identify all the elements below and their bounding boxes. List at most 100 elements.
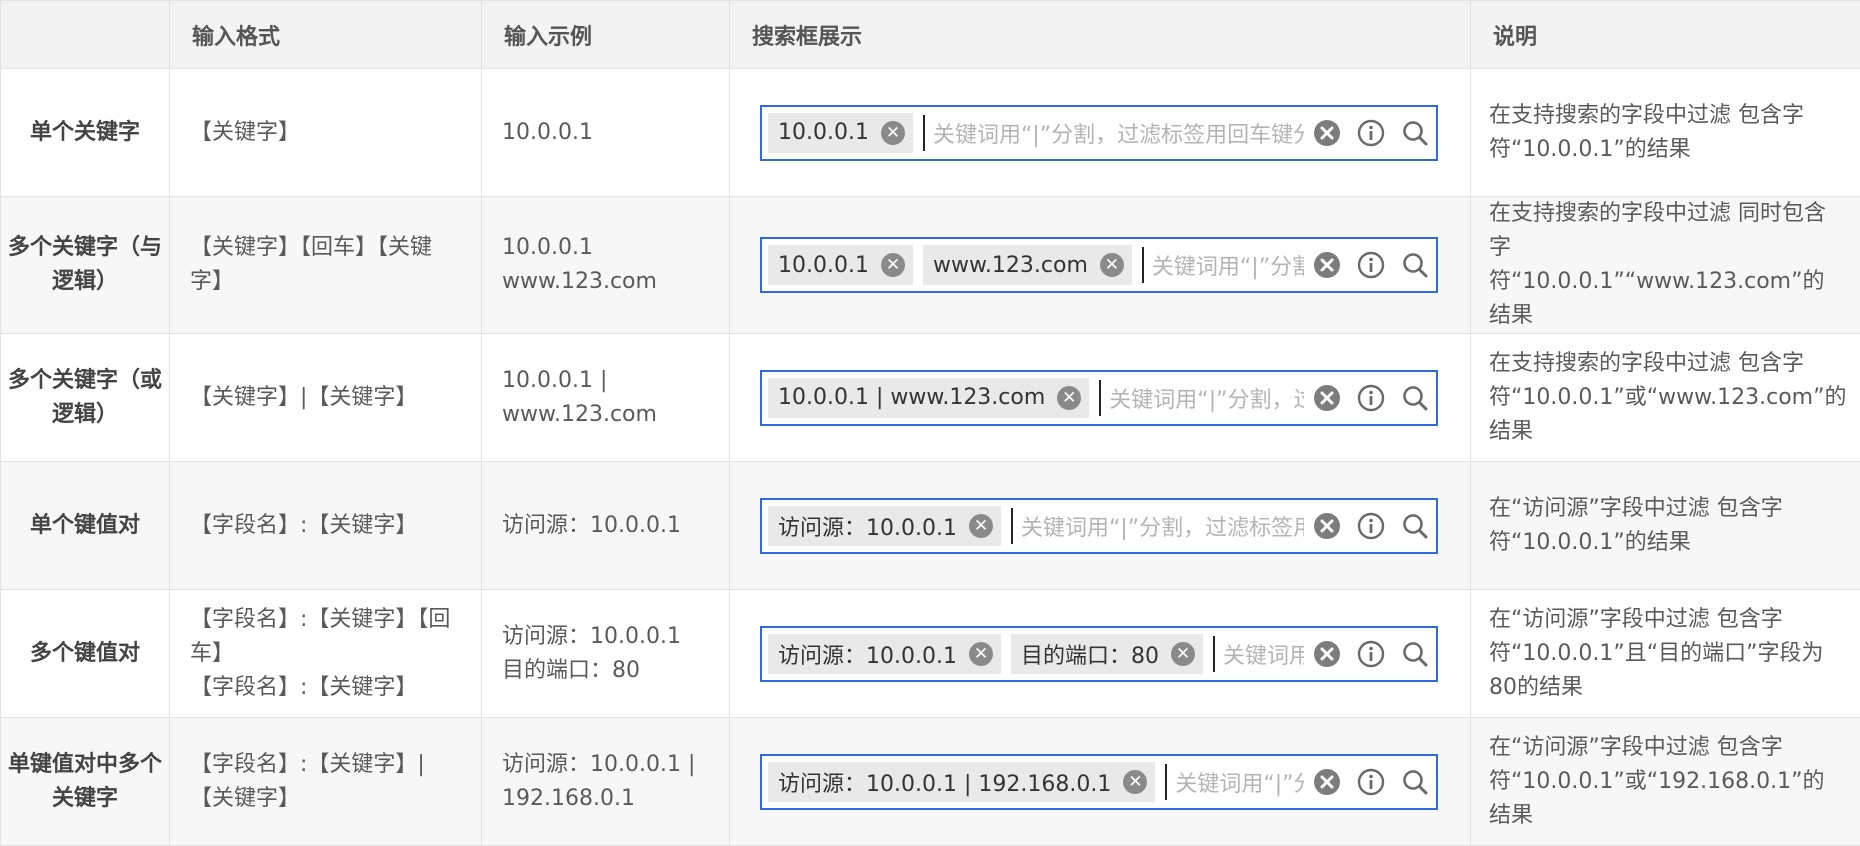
filter-tag[interactable]: 访问源：10.0.0.1 | 192.168.0.1 ✕	[768, 762, 1155, 802]
info-icon[interactable]	[1356, 767, 1386, 797]
input-format: 【字段名】:【关键字】【回车】 【字段名】:【关键字】	[170, 590, 482, 718]
filter-tag[interactable]: 访问源：10.0.0.1 ✕	[768, 506, 1001, 546]
clear-icon[interactable]	[1312, 767, 1342, 797]
search-icon[interactable]	[1400, 383, 1430, 413]
info-icon[interactable]	[1356, 639, 1386, 669]
tag-remove-icon[interactable]: ✕	[1100, 253, 1124, 277]
search-box-actions	[1312, 383, 1430, 413]
description: 在“访问源”字段中过滤 包含字符“10.0.0.1”且“目的端口”字段为80的结…	[1471, 590, 1860, 718]
info-icon[interactable]	[1356, 118, 1386, 148]
search-input-placeholder[interactable]: 关键词用“|”分割，过滤标签用回车键分隔	[1109, 382, 1304, 414]
filter-tag[interactable]: 访问源：10.0.0.1✕	[768, 634, 1001, 674]
info-icon[interactable]	[1356, 250, 1386, 280]
search-box[interactable]: 访问源：10.0.0.1✕ 目的端口：80 ✕ 关键词用“|”分割，过滤标签用回车键分…	[760, 626, 1438, 682]
search-box-demo: 访问源：10.0.0.1 ✕ 关键词用“|”分割，过滤标签用回车键分隔	[730, 462, 1471, 590]
filter-tag-label: 目的端口：80	[1021, 638, 1159, 670]
header-cell: 输入示例	[482, 1, 730, 69]
input-example: 10.0.0.1 www.123.com	[482, 197, 730, 334]
table-header-row: 输入格式 输入示例 搜索框展示 说明	[1, 1, 1860, 69]
description: 在“访问源”字段中过滤 包含字符“10.0.0.1”的结果	[1471, 462, 1860, 590]
table-row: 多个键值对【字段名】:【关键字】【回车】 【字段名】:【关键字】访问源：10.0…	[1, 590, 1860, 718]
text-cursor	[1099, 380, 1101, 416]
filter-tag-label: 10.0.0.1	[778, 253, 869, 278]
tag-list: 10.0.0.1 ✕	[768, 113, 923, 153]
search-input-placeholder[interactable]: 关键词用“|”分割，过滤标签用回车键分隔	[1223, 638, 1304, 670]
search-box-demo: 10.0.0.1✕www.123.com✕关键词用“|”分割，过滤标签用回车键分…	[730, 197, 1471, 334]
clear-icon[interactable]	[1312, 118, 1342, 148]
search-icon[interactable]	[1400, 639, 1430, 669]
info-icon[interactable]	[1356, 383, 1386, 413]
input-example: 10.0.0.1	[482, 69, 730, 197]
search-input-placeholder[interactable]: 关键词用“|”分割，过滤标签用回车键分隔	[933, 117, 1304, 149]
description: 在支持搜索的字段中过滤 包含字符“10.0.0.1”或“www.123.com”…	[1471, 334, 1860, 462]
search-box-actions	[1312, 250, 1430, 280]
search-syntax-table: 输入格式 输入示例 搜索框展示 说明 单个关键字【关键字】10.0.0.110.…	[0, 0, 1860, 846]
search-box[interactable]: 10.0.0.1 | www.123.com ✕ 关键词用“|”分割，过滤标签用回车…	[760, 370, 1438, 426]
description: 在支持搜索的字段中过滤 同时包含字符“10.0.0.1”“www.123.com…	[1471, 197, 1860, 334]
tag-remove-icon[interactable]: ✕	[1057, 386, 1081, 410]
text-cursor	[1165, 764, 1167, 800]
filter-tag[interactable]: 10.0.0.1 ✕	[768, 245, 913, 285]
text-cursor	[923, 115, 925, 151]
search-icon[interactable]	[1400, 250, 1430, 280]
input-format: 【关键字】|【关键字】	[170, 334, 482, 462]
tag-remove-icon[interactable]: ✕	[881, 253, 905, 277]
description: 在“访问源”字段中过滤 包含字符“10.0.0.1”或“192.168.0.1”…	[1471, 718, 1860, 846]
tag-remove-icon[interactable]: ✕	[1123, 770, 1147, 794]
input-example: 访问源：10.0.0.1 目的端口：80	[482, 590, 730, 718]
tag-remove-icon[interactable]: ✕	[881, 121, 905, 145]
header-cell: 输入格式	[170, 1, 482, 69]
syntax-name: 多个键值对	[1, 590, 170, 718]
search-box[interactable]: 访问源：10.0.0.1 | 192.168.0.1 ✕ 关键词用“|”分割，过滤标…	[760, 754, 1438, 810]
syntax-name: 单个关键字	[1, 69, 170, 197]
tag-list: 访问源：10.0.0.1 ✕	[768, 506, 1011, 546]
filter-tag-label: 访问源：10.0.0.1	[778, 510, 957, 542]
clear-icon[interactable]	[1312, 383, 1342, 413]
search-box-actions	[1312, 767, 1430, 797]
clear-icon[interactable]	[1312, 250, 1342, 280]
input-example: 10.0.0.1 | www.123.com	[482, 334, 730, 462]
table-row: 单键值对中多个关键字【字段名】:【关键字】|【关键字】访问源：10.0.0.1 …	[1, 718, 1860, 846]
text-cursor	[1142, 247, 1144, 283]
search-icon[interactable]	[1400, 767, 1430, 797]
filter-tag-label: 访问源：10.0.0.1 | 192.168.0.1	[778, 766, 1111, 798]
input-example: 访问源：10.0.0.1 | 192.168.0.1	[482, 718, 730, 846]
tag-list: 访问源：10.0.0.1 | 192.168.0.1 ✕	[768, 762, 1165, 802]
tag-list: 10.0.0.1 | www.123.com ✕	[768, 378, 1099, 418]
filter-tag[interactable]: 10.0.0.1 | www.123.com ✕	[768, 378, 1089, 418]
search-input-placeholder[interactable]: 关键词用“|”分割，过滤标签用回车键分隔	[1021, 510, 1304, 542]
search-input-placeholder[interactable]: 关键词用“|”分割，过滤标签用回车键分隔	[1175, 766, 1304, 798]
search-box-demo: 访问源：10.0.0.1 | 192.168.0.1 ✕ 关键词用“|”分割，过滤标…	[730, 718, 1471, 846]
header-cell: 说明	[1471, 1, 1860, 69]
tag-remove-icon[interactable]: ✕	[969, 642, 993, 666]
input-format: 【关键字】【回车】【关键字】	[170, 197, 482, 334]
clear-icon[interactable]	[1312, 511, 1342, 541]
search-input-placeholder[interactable]: 关键词用“|”分割，过滤标签用回车键分隔	[1152, 249, 1304, 281]
search-icon[interactable]	[1400, 511, 1430, 541]
syntax-name: 单键值对中多个关键字	[1, 718, 170, 846]
search-box-actions	[1312, 118, 1430, 148]
filter-tag[interactable]: 10.0.0.1 ✕	[768, 113, 913, 153]
syntax-name: 单个键值对	[1, 462, 170, 590]
table-row: 单个键值对【字段名】:【关键字】访问源：10.0.0.1访问源：10.0.0.1…	[1, 462, 1860, 590]
search-box[interactable]: 10.0.0.1✕www.123.com✕关键词用“|”分割，过滤标签用回车键分…	[760, 237, 1438, 293]
search-box-actions	[1312, 511, 1430, 541]
description: 在支持搜索的字段中过滤 包含字符“10.0.0.1”的结果	[1471, 69, 1860, 197]
header-cell: 搜索框展示	[730, 1, 1471, 69]
filter-tag[interactable]: 目的端口：80 ✕	[1011, 634, 1203, 674]
search-box[interactable]: 访问源：10.0.0.1 ✕ 关键词用“|”分割，过滤标签用回车键分隔	[760, 498, 1438, 554]
clear-icon[interactable]	[1312, 639, 1342, 669]
info-icon[interactable]	[1356, 511, 1386, 541]
tag-remove-icon[interactable]: ✕	[1171, 642, 1195, 666]
search-box[interactable]: 10.0.0.1 ✕ 关键词用“|”分割，过滤标签用回车键分隔	[760, 105, 1438, 161]
input-format: 【关键字】	[170, 69, 482, 197]
filter-tag-label: 10.0.0.1	[778, 120, 869, 145]
filter-tag[interactable]: www.123.com✕	[923, 245, 1132, 285]
filter-tag-label: 10.0.0.1 | www.123.com	[778, 385, 1045, 410]
text-cursor	[1213, 636, 1215, 672]
text-cursor	[1011, 508, 1013, 544]
tag-remove-icon[interactable]: ✕	[969, 514, 993, 538]
search-icon[interactable]	[1400, 118, 1430, 148]
input-example: 访问源：10.0.0.1	[482, 462, 730, 590]
tag-list: 访问源：10.0.0.1✕ 目的端口：80 ✕	[768, 634, 1213, 674]
